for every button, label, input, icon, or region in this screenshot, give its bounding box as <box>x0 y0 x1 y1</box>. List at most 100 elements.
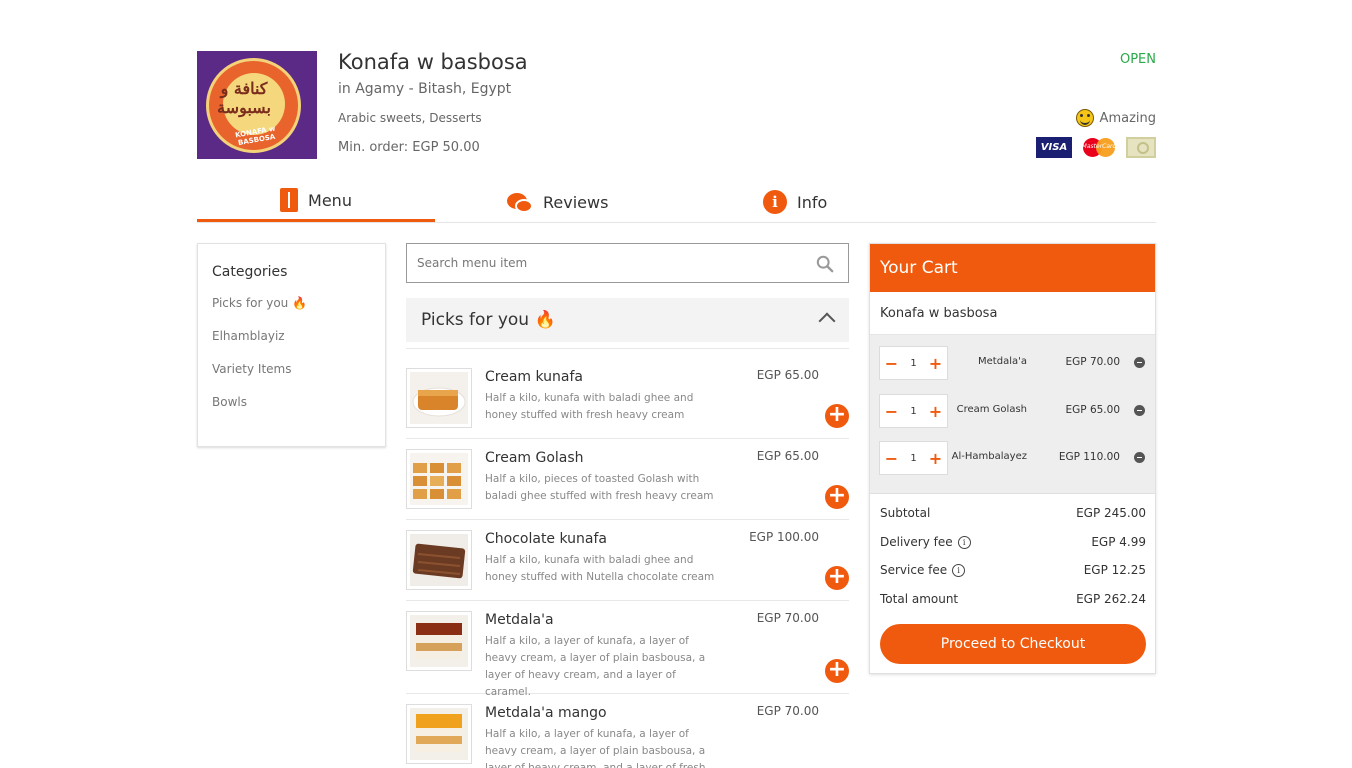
remove-item-icon[interactable] <box>1134 452 1145 463</box>
cart-item-name: Metdala'a <box>978 356 1027 367</box>
subtotal-value: EGP 245.00 <box>1076 506 1146 520</box>
menu-item-image <box>406 449 472 509</box>
cart-restaurant-name: Konafa w basbosa <box>870 292 1155 335</box>
delivery-fee-value: EGP 4.99 <box>1091 535 1146 549</box>
decrease-button[interactable]: − <box>880 402 903 421</box>
add-item-button[interactable]: + <box>825 659 849 683</box>
restaurant-tabs: Menu Reviews i Info <box>197 181 1156 223</box>
visa-icon: VISA <box>1036 137 1072 158</box>
menu-item-description: Half a kilo, a layer of kunafa, a layer … <box>485 728 706 768</box>
increase-button[interactable]: + <box>924 354 947 373</box>
quantity-value: 1 <box>910 405 917 417</box>
subtotal-row: Subtotal EGP 245.00 <box>880 506 1146 520</box>
rating-label: Amazing <box>1099 110 1156 126</box>
menu-item-name: Metdala'a <box>485 612 554 628</box>
cash-icon <box>1126 137 1156 158</box>
section-header[interactable]: Picks for you 🔥 <box>406 298 849 342</box>
mastercard-label: MasterCard <box>1081 143 1117 150</box>
chat-bubble-icon <box>507 191 533 213</box>
menu-item-image <box>406 704 472 764</box>
menu-item-description: Half a kilo, pieces of toasted Golash wi… <box>485 473 714 502</box>
add-item-button[interactable]: + <box>825 485 849 509</box>
restaurant-name: Konafa w basbosa <box>338 50 528 74</box>
cart-items: − 1 + Metdala'a EGP 70.00 − 1 + Cream Go… <box>870 335 1155 494</box>
tab-menu-label: Menu <box>308 190 352 210</box>
decrease-button[interactable]: − <box>880 354 903 373</box>
status-badge: OPEN <box>1119 52 1156 67</box>
menu-item-image <box>406 368 472 428</box>
quantity-stepper: − 1 + <box>879 441 948 475</box>
delivery-fee-row: Delivery fee i EGP 4.99 <box>880 535 1146 549</box>
info-icon[interactable]: i <box>957 535 971 549</box>
quantity-stepper: − 1 + <box>879 394 948 428</box>
cart-title: Your Cart <box>870 244 1155 292</box>
menu-item[interactable]: Metdala'a Half a kilo, a layer of kunafa… <box>406 611 849 698</box>
search-input[interactable] <box>417 256 807 270</box>
mastercard-icon: MasterCard <box>1081 137 1117 158</box>
restaurant-logo: كنافة و بسبوسة KONAFA w BASBOSA <box>197 51 317 159</box>
menu-item-image <box>406 611 472 671</box>
cart-item-price: EGP 110.00 <box>1058 451 1120 463</box>
remove-item-icon[interactable] <box>1134 357 1145 368</box>
decrease-button[interactable]: − <box>880 449 903 468</box>
menu-item[interactable]: Cream kunafa Half a kilo, kunafa with ba… <box>406 368 849 439</box>
service-fee-value: EGP 12.25 <box>1083 563 1146 577</box>
add-item-button[interactable]: + <box>825 566 849 590</box>
quantity-stepper: − 1 + <box>879 346 948 380</box>
menu-item-name: Cream kunafa <box>485 369 584 385</box>
tab-reviews[interactable]: Reviews <box>507 181 608 223</box>
remove-item-icon[interactable] <box>1134 405 1145 416</box>
restaurant-cuisine: Arabic sweets, Desserts <box>338 111 482 125</box>
delivery-fee-label-group: Delivery fee i <box>880 535 971 549</box>
category-elhamblayiz[interactable]: Elhamblayiz <box>212 329 371 362</box>
menu-item-price: EGP 70.00 <box>756 704 819 718</box>
category-picks[interactable]: Picks for you 🔥 <box>212 296 371 329</box>
cart-item-price: EGP 65.00 <box>1065 404 1121 416</box>
cart-item: − 1 + Cream Golash EGP 65.00 <box>870 394 1155 428</box>
cart-item: − 1 + Al-Hambalayez EGP 110.00 <box>870 441 1155 475</box>
chevron-up-icon[interactable] <box>818 312 836 330</box>
tab-info[interactable]: i Info <box>763 181 827 223</box>
quantity-value: 1 <box>910 357 917 369</box>
checkout-button[interactable]: Proceed to Checkout <box>880 624 1146 664</box>
search-icon[interactable] <box>816 255 834 273</box>
increase-button[interactable]: + <box>924 449 947 468</box>
menu-item[interactable]: Metdala'a mango Half a kilo, a layer of … <box>406 704 849 768</box>
info-icon: i <box>763 190 787 214</box>
menu-item[interactable]: Chocolate kunafa Half a kilo, kunafa wit… <box>406 530 849 601</box>
category-variety-items[interactable]: Variety Items <box>212 362 371 395</box>
menu-item-image <box>406 530 472 590</box>
menu-icon <box>280 188 299 212</box>
cart-item-name: Cream Golash <box>956 404 1027 415</box>
service-fee-row: Service fee i EGP 12.25 <box>880 563 1146 577</box>
section-title: Picks for you 🔥 <box>421 310 556 330</box>
add-item-button[interactable]: + <box>825 404 849 428</box>
tab-menu[interactable]: Menu <box>197 181 435 222</box>
menu-item-name: Cream Golash <box>485 450 584 466</box>
total-label: Total amount <box>880 592 959 606</box>
payment-methods: VISA MasterCard <box>1036 137 1156 158</box>
info-icon[interactable]: i <box>952 563 966 577</box>
menu-item-description: Half a kilo, kunafa with baladi ghee and… <box>485 392 694 421</box>
menu-item-price: EGP 65.00 <box>756 449 819 463</box>
rating: Amazing <box>1075 109 1156 127</box>
menu-item-description: Half a kilo, kunafa with baladi ghee and… <box>485 554 715 583</box>
menu-item-name: Metdala'a mango <box>485 705 607 721</box>
tab-reviews-label: Reviews <box>543 192 609 212</box>
categories-title: Categories <box>212 264 288 280</box>
smile-icon <box>1075 109 1094 127</box>
cart-item: − 1 + Metdala'a EGP 70.00 <box>870 346 1155 380</box>
cart-panel: Your Cart Konafa w basbosa − 1 + Metdala… <box>869 243 1156 674</box>
cart-item-price: EGP 70.00 <box>1065 356 1121 368</box>
restaurant-location: in Agamy - Bitash, Egypt <box>338 81 512 97</box>
cart-item-name: Al-Hambalayez <box>951 451 1027 462</box>
category-bowls[interactable]: Bowls <box>212 395 371 428</box>
menu-item[interactable]: Cream Golash Half a kilo, pieces of toas… <box>406 449 849 520</box>
menu-item-name: Chocolate kunafa <box>485 531 608 547</box>
tab-info-label: Info <box>797 192 828 212</box>
increase-button[interactable]: + <box>924 402 947 421</box>
subtotal-label: Subtotal <box>880 506 931 520</box>
search-box <box>406 243 849 283</box>
restaurant-min-order: Min. order: EGP 50.00 <box>338 140 480 155</box>
menu-item-price: EGP 100.00 <box>749 530 819 544</box>
